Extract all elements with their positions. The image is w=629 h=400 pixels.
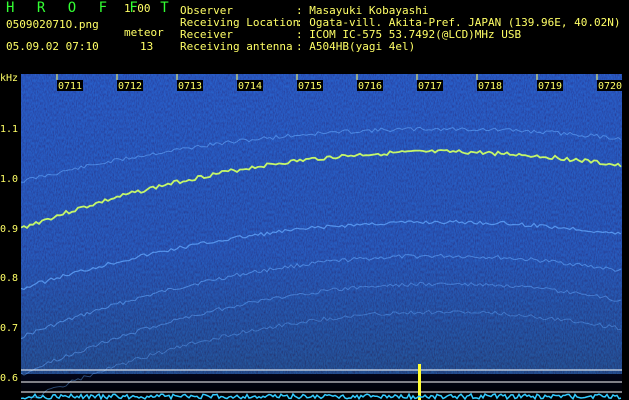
time-tick-label: 0711 — [58, 81, 82, 92]
time-tick-label: 0716 — [358, 81, 382, 92]
y-tick-label: 1.1 — [0, 124, 19, 135]
time-tick-label: 0720 — [598, 81, 622, 92]
spectrogram-panel: 0711 0712 0713 0714 0715 0716 0717 0718 0719 0720 — [21, 74, 622, 400]
antenna-label: Receiving antenna — [180, 40, 293, 53]
y-tick-label: 0.7 — [0, 323, 19, 334]
antenna-value: : A504HB(yagi 4el) — [296, 40, 416, 53]
time-tick-label: 0714 — [238, 81, 262, 92]
file-name: 050902071O.png — [6, 18, 99, 31]
time-tick-label: 0715 — [298, 81, 322, 92]
meteor-echo — [418, 364, 421, 400]
meteor-label: meteor — [124, 26, 164, 39]
time-tick-label: 0718 — [478, 81, 502, 92]
header-panel: H R O F F T 1.00 050902071O.png 05.09.02… — [0, 0, 629, 70]
noise-texture — [21, 74, 622, 374]
y-axis-unit: kHz — [0, 73, 19, 84]
time-tick-label: 0713 — [178, 81, 202, 92]
y-tick-label: 0.8 — [0, 273, 19, 284]
time-tick-label: 0719 — [538, 81, 562, 92]
date-time: 05.09.02 07:10 — [6, 40, 99, 53]
spectrogram: 0711 0712 0713 0714 0715 0716 0717 0718 0719 0720 — [21, 74, 622, 400]
meteor-count: 13 — [140, 40, 154, 53]
y-tick-label: 0.9 — [0, 224, 19, 235]
time-tick-label: 0717 — [418, 81, 442, 92]
y-tick-label: 0.6 — [0, 373, 19, 384]
time-tick-label: 0712 — [118, 81, 142, 92]
app-version: 1.00 — [124, 2, 151, 15]
y-tick-label: 1.0 — [0, 174, 19, 185]
